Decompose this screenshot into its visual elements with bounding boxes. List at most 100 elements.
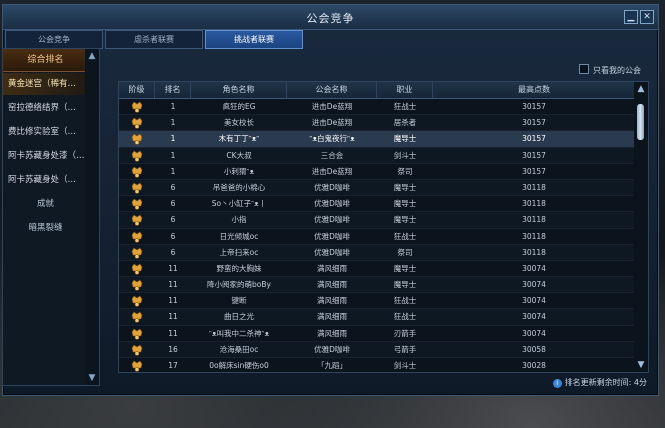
- title-bar[interactable]: 公会竞争 ▁ ✕: [3, 5, 658, 30]
- cell-character-name: 0o解床sin硬伤o0: [209, 361, 269, 370]
- header-guild-name: 公会名称: [287, 82, 377, 98]
- cell-max-score: 30118: [522, 199, 546, 209]
- cell-character-name: 野蛮的大胸妹: [216, 263, 262, 273]
- sidebar-scrollbar[interactable]: ▲ ▼: [85, 48, 100, 386]
- cell-guild-name: 优雅D咖啡: [314, 344, 350, 354]
- close-icon[interactable]: ✕: [640, 10, 654, 24]
- table-row[interactable]: 6 日光倾城oc 优雅D咖啡 狂战士 30118: [119, 229, 635, 245]
- header-rank: 排名: [155, 82, 191, 98]
- table-row[interactable]: 16 沧海桑田oc 优雅D咖啡 弓箭手 30058: [119, 341, 635, 358]
- cell-rank: 1: [170, 150, 176, 160]
- cell-job: 狂战士: [393, 102, 417, 111]
- scroll-thumb[interactable]: [637, 104, 644, 140]
- cell-guild-name: 优雅D咖啡: [314, 231, 350, 241]
- sidebar-item-dark-rift[interactable]: 暗黑裂缝: [3, 217, 88, 239]
- cell-guild-name: ᵔᴥ白鬼夜行ᵔᴥ: [309, 134, 355, 144]
- cell-character-name: So丶小缸子ᵔᴥ丨: [211, 199, 267, 209]
- table-row[interactable]: 6 上帝扫来oc 优雅D咖啡 祭司 30118: [119, 244, 635, 261]
- minimize-icon[interactable]: ▁: [624, 10, 638, 24]
- table-header: 阶级 排名 角色名称 公会名称 职业 最高点数: [119, 82, 635, 99]
- cell-character-name: CK大叔: [226, 150, 252, 160]
- table-row[interactable]: 1 木有丁丁ᵔᴥᵔ ᵔᴥ白鬼夜行ᵔᴥ 魔导士 30157: [119, 131, 635, 148]
- rank-update-text: 排名更新剩余时间: 4分: [564, 378, 647, 387]
- sidebar-item-golden-maze[interactable]: 黄金迷宫（稀有…: [3, 73, 88, 95]
- cell-job: 祭司: [397, 247, 413, 257]
- table-row[interactable]: 6 So丶小缸子ᵔᴥ丨 优雅D咖啡 魔导士 30118: [119, 196, 635, 213]
- crown-medal-icon: [131, 247, 143, 259]
- tab-slayer-league[interactable]: 虐杀者联赛: [105, 30, 203, 49]
- crown-medal-icon: [131, 344, 143, 356]
- table-row[interactable]: 6 吊爸爸的小棉心 优雅D咖啡 魔导士 30118: [119, 179, 635, 197]
- table-row[interactable]: 11 降小阅家的萌boBy 满风细雨 魔导士 30074: [119, 277, 635, 294]
- table-row[interactable]: 1 美女校长 进击De蓝翔 居杀者 30157: [119, 115, 635, 132]
- crown-medal-icon: [131, 311, 143, 324]
- table-row[interactable]: 11 ᵔᴥ叫我中二杀神ᵔᴥ 满风细雨 刃箭手 30074: [119, 326, 635, 342]
- scroll-down-icon[interactable]: ▼: [636, 360, 646, 370]
- table-row[interactable]: 11 野蛮的大胸妹 满风细雨 魔导士 30074: [119, 261, 635, 278]
- cell-max-score: 30118: [522, 182, 546, 192]
- cell-rank: 17: [168, 361, 178, 370]
- table-row[interactable]: 17 0o解床sin硬伤o0 「九蹈」 剑斗士 30028: [119, 358, 635, 372]
- crown-medal-icon: [131, 182, 143, 194]
- cell-character-name: 吊爸爸的小棉心: [212, 182, 266, 192]
- cell-character-name: 美女校长: [224, 118, 254, 128]
- cell-max-score: 30157: [522, 166, 546, 176]
- cell-job: 魔导士: [393, 280, 417, 290]
- sidebar-item-kalad-barrier[interactable]: 窑拉德络结界（…: [3, 97, 88, 119]
- cell-guild-name: 满风细雨: [317, 296, 347, 306]
- crown-medal-icon: [131, 150, 143, 162]
- only-my-guild-checkbox[interactable]: [579, 64, 589, 74]
- header-character-name: 角色名称: [191, 82, 287, 98]
- cell-max-score: 30157: [522, 134, 546, 144]
- cell-rank: 11: [168, 328, 178, 338]
- ranking-panel: 只看我的公会 阶级 排名 角色名称 公会名称 职业 最高点数 1 疯狂的EG 进击D…: [115, 48, 651, 384]
- table-row[interactable]: 1 小刺猬ᵔᴥ 进击De蓝翔 祭司 30157: [119, 164, 635, 180]
- crown-medal-icon: [131, 133, 143, 146]
- tab-challenger-league[interactable]: 挑战者联赛: [205, 30, 303, 49]
- cell-rank: 1: [170, 166, 176, 176]
- table-row[interactable]: 1 疯狂的EG 进击De蓝翔 狂战士 30157: [119, 99, 635, 116]
- tab-bar: 公会竞争 虐杀者联赛 挑战者联赛: [5, 30, 655, 49]
- cell-rank: 11: [168, 263, 178, 273]
- cell-job: 祭司: [397, 166, 413, 176]
- sidebar-item-achievement[interactable]: 成就: [3, 193, 88, 215]
- cell-job: 魔导士: [393, 263, 417, 273]
- only-my-guild-filter[interactable]: 只看我的公会: [579, 64, 641, 76]
- cell-character-name: 上帝扫来oc: [219, 247, 259, 257]
- cell-max-score: 30074: [522, 280, 546, 290]
- crown-medal-icon: [131, 328, 143, 340]
- table-row[interactable]: 6 小指 优雅D咖啡 魔导士 30118: [119, 212, 635, 229]
- table-row[interactable]: 11 键断 满风细雨 狂战士 30074: [119, 293, 635, 310]
- cell-rank: 6: [170, 215, 176, 225]
- sidebar-item-akasu-hideout-2[interactable]: 阿卡苏藏身处（…: [3, 169, 88, 191]
- cell-rank: 11: [168, 312, 178, 322]
- cell-max-score: 30157: [522, 102, 546, 111]
- cell-rank: 6: [170, 247, 176, 257]
- crown-medal-icon: [131, 101, 143, 113]
- scroll-down-icon[interactable]: ▼: [87, 373, 97, 383]
- scroll-up-icon[interactable]: ▲: [636, 84, 646, 94]
- table-row[interactable]: 1 CK大叔 三合会 剑斗士 30157: [119, 147, 635, 164]
- sidebar-item-fibius-lab[interactable]: 费比修实验室（…: [3, 121, 88, 143]
- sidebar-item-akasu-hideout-1[interactable]: 阿卡苏藏身处漆（…: [3, 145, 88, 167]
- cell-guild-name: 优雅D咖啡: [314, 199, 350, 209]
- info-icon: i: [552, 379, 562, 388]
- cell-guild-name: 满风细雨: [317, 312, 347, 322]
- only-my-guild-label: 只看我的公会: [593, 66, 641, 75]
- scroll-up-icon[interactable]: ▲: [87, 51, 97, 61]
- header-job: 职业: [377, 82, 433, 98]
- sidebar-header: 综合排名: [3, 49, 88, 72]
- table-body: 1 疯狂的EG 进击De蓝翔 狂战士 30157 1 美女校长 进击De蓝翔 居杀者 30157 1…: [119, 99, 635, 372]
- cell-max-score: 30074: [522, 296, 546, 306]
- tab-guild-competition[interactable]: 公会竞争: [5, 30, 103, 49]
- crown-medal-icon: [131, 166, 143, 178]
- crown-medal-icon: [131, 117, 143, 129]
- table-row[interactable]: 11 曲日之光 满风细雨 狂战士 30074: [119, 309, 635, 326]
- cell-rank: 1: [170, 134, 176, 144]
- cell-guild-name: 优雅D咖啡: [314, 215, 350, 225]
- table-scrollbar[interactable]: ▲ ▼: [634, 81, 649, 373]
- cell-rank: 6: [170, 231, 176, 241]
- cell-character-name: 小指: [231, 215, 247, 225]
- cell-max-score: 30118: [522, 231, 546, 241]
- cell-job: 剑斗士: [393, 150, 417, 160]
